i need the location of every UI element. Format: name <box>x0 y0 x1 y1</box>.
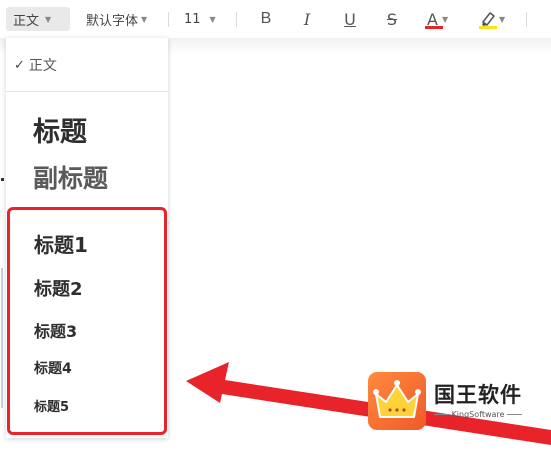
logo-rule <box>434 414 449 415</box>
logo-subtitle-text: KingSoftware <box>451 410 505 419</box>
logo-subtitle: KingSoftware <box>434 410 523 419</box>
logo-title: 国王软件 <box>434 382 522 407</box>
watermark-logo: 国王软件 KingSoftware <box>368 372 528 432</box>
logo-rule <box>507 414 523 415</box>
logo-icon <box>368 372 426 430</box>
crown-icon <box>373 380 421 418</box>
arrow-head <box>186 362 229 403</box>
